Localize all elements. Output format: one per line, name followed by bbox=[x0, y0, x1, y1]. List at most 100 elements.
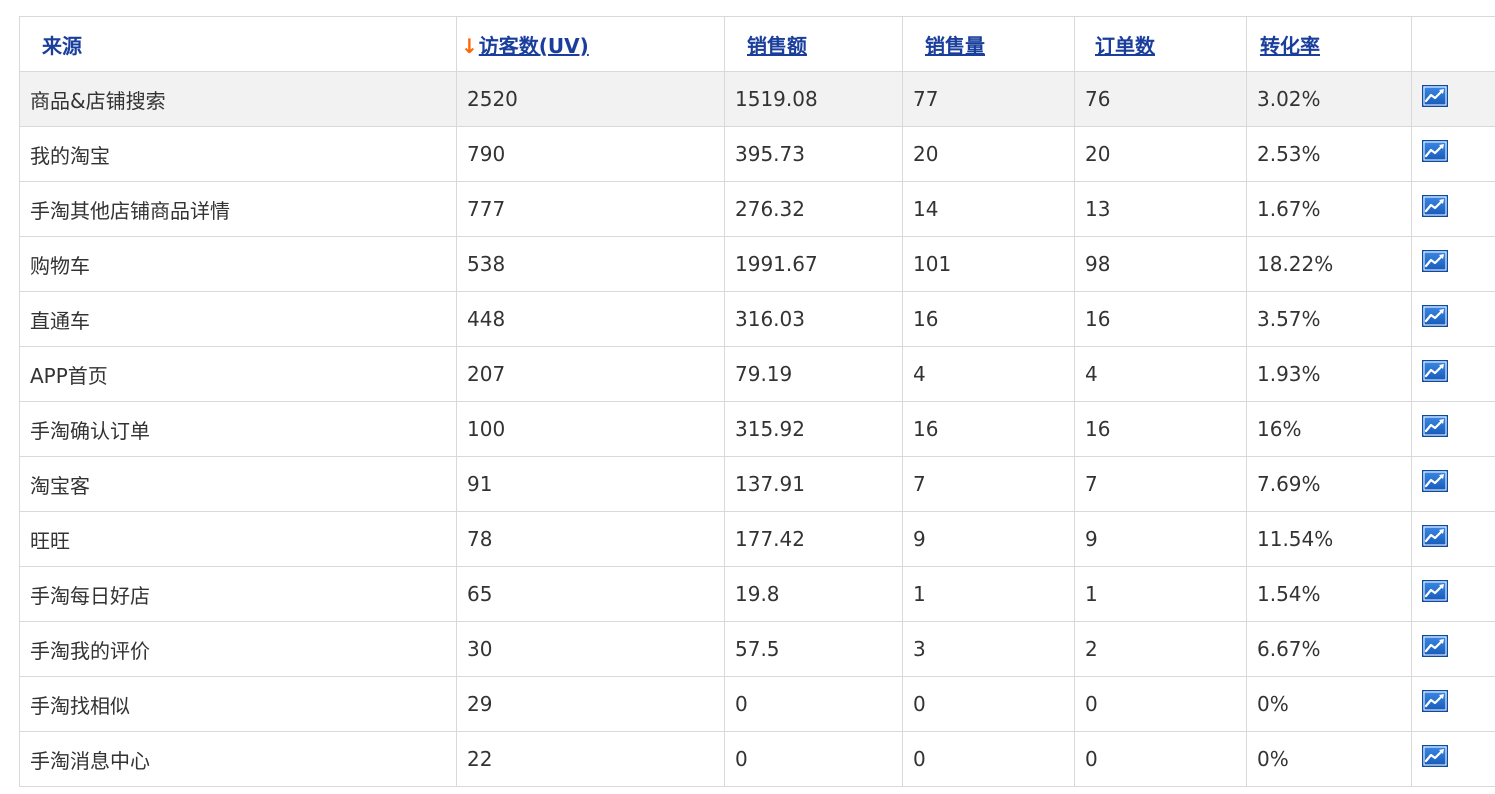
cell-trend bbox=[1411, 71, 1495, 127]
cell-sales-qty: 14 bbox=[902, 181, 1075, 237]
cell-orders: 0 bbox=[1074, 676, 1247, 732]
cell-trend bbox=[1411, 126, 1495, 182]
trend-chart-icon[interactable] bbox=[1422, 360, 1448, 382]
table-row: APP首页 207 79.19 4 4 1.93% bbox=[19, 346, 1495, 402]
cell-trend bbox=[1411, 181, 1495, 237]
trend-chart-icon[interactable] bbox=[1422, 470, 1448, 492]
table-row: 手淘消息中心 22 0 0 0 0% bbox=[19, 731, 1495, 787]
sort-orders-link[interactable]: 订单数 bbox=[1095, 34, 1155, 58]
cell-source: 手淘我的评价 bbox=[19, 621, 457, 677]
cell-sales-qty: 20 bbox=[902, 126, 1075, 182]
header-trend bbox=[1411, 16, 1495, 72]
trend-chart-icon[interactable] bbox=[1422, 85, 1448, 107]
cell-orders: 16 bbox=[1074, 291, 1247, 347]
cell-conversion: 0% bbox=[1246, 676, 1412, 732]
cell-sales-qty: 77 bbox=[902, 71, 1075, 127]
cell-orders: 0 bbox=[1074, 731, 1247, 787]
cell-sales-qty: 7 bbox=[902, 456, 1075, 512]
cell-uv: 29 bbox=[456, 676, 725, 732]
cell-source: 手淘找相似 bbox=[19, 676, 457, 732]
cell-sales-amount: 1991.67 bbox=[724, 236, 903, 292]
cell-source: 手淘确认订单 bbox=[19, 401, 457, 457]
cell-trend bbox=[1411, 566, 1495, 622]
cell-uv: 100 bbox=[456, 401, 725, 457]
header-source: 来源 bbox=[19, 16, 457, 72]
cell-uv: 777 bbox=[456, 181, 725, 237]
cell-orders: 1 bbox=[1074, 566, 1247, 622]
cell-source: 淘宝客 bbox=[19, 456, 457, 512]
cell-conversion: 3.57% bbox=[1246, 291, 1412, 347]
cell-orders: 16 bbox=[1074, 401, 1247, 457]
cell-trend bbox=[1411, 511, 1495, 567]
trend-chart-icon[interactable] bbox=[1422, 580, 1448, 602]
table-row: 手淘找相似 29 0 0 0 0% bbox=[19, 676, 1495, 732]
trend-chart-icon[interactable] bbox=[1422, 305, 1448, 327]
cell-orders: 98 bbox=[1074, 236, 1247, 292]
trend-chart-icon[interactable] bbox=[1422, 250, 1448, 272]
trend-chart-icon[interactable] bbox=[1422, 635, 1448, 657]
cell-orders: 13 bbox=[1074, 181, 1247, 237]
header-conversion[interactable]: 转化率 bbox=[1246, 16, 1412, 72]
cell-conversion: 2.53% bbox=[1246, 126, 1412, 182]
cell-trend bbox=[1411, 456, 1495, 512]
cell-source: 手淘其他店铺商品详情 bbox=[19, 181, 457, 237]
cell-sales-amount: 137.91 bbox=[724, 456, 903, 512]
cell-conversion: 3.02% bbox=[1246, 71, 1412, 127]
cell-sales-qty: 3 bbox=[902, 621, 1075, 677]
cell-sales-amount: 57.5 bbox=[724, 621, 903, 677]
cell-orders: 7 bbox=[1074, 456, 1247, 512]
cell-sales-amount: 19.8 bbox=[724, 566, 903, 622]
header-sales-amount[interactable]: 销售额 bbox=[724, 16, 903, 72]
sort-sales-amount-link[interactable]: 销售额 bbox=[747, 34, 807, 58]
table-body: 商品&店铺搜索 2520 1519.08 77 76 3.02% 我的淘宝 79… bbox=[19, 71, 1495, 787]
cell-conversion: 0% bbox=[1246, 731, 1412, 787]
sort-uv-link[interactable]: 访客数(UV) bbox=[479, 34, 589, 58]
cell-uv: 78 bbox=[456, 511, 725, 567]
trend-chart-icon[interactable] bbox=[1422, 195, 1448, 217]
cell-source: 我的淘宝 bbox=[19, 126, 457, 182]
table-row: 购物车 538 1991.67 101 98 18.22% bbox=[19, 236, 1495, 292]
cell-trend bbox=[1411, 731, 1495, 787]
table-row: 手淘每日好店 65 19.8 1 1 1.54% bbox=[19, 566, 1495, 622]
cell-uv: 538 bbox=[456, 236, 725, 292]
cell-sales-amount: 315.92 bbox=[724, 401, 903, 457]
cell-source: 手淘每日好店 bbox=[19, 566, 457, 622]
cell-trend bbox=[1411, 621, 1495, 677]
table-row: 直通车 448 316.03 16 16 3.57% bbox=[19, 291, 1495, 347]
cell-sales-qty: 16 bbox=[902, 401, 1075, 457]
trend-chart-icon[interactable] bbox=[1422, 140, 1448, 162]
cell-conversion: 1.54% bbox=[1246, 566, 1412, 622]
trend-chart-icon[interactable] bbox=[1422, 690, 1448, 712]
trend-chart-icon[interactable] bbox=[1422, 525, 1448, 547]
cell-source: 购物车 bbox=[19, 236, 457, 292]
header-sales-qty[interactable]: 销售量 bbox=[902, 16, 1075, 72]
trend-chart-icon[interactable] bbox=[1422, 415, 1448, 437]
cell-source: APP首页 bbox=[19, 346, 457, 402]
cell-source: 商品&店铺搜索 bbox=[19, 71, 457, 127]
cell-trend bbox=[1411, 236, 1495, 292]
cell-sales-amount: 316.03 bbox=[724, 291, 903, 347]
cell-orders: 9 bbox=[1074, 511, 1247, 567]
traffic-source-table-container: 来源 ↓访客数(UV) 销售额 销售量 订单数 转化率 商品&店铺搜索 2520… bbox=[19, 16, 1495, 787]
sort-sales-qty-link[interactable]: 销售量 bbox=[925, 34, 985, 58]
cell-uv: 2520 bbox=[456, 71, 725, 127]
cell-sales-qty: 0 bbox=[902, 676, 1075, 732]
traffic-source-table: 来源 ↓访客数(UV) 销售额 销售量 订单数 转化率 商品&店铺搜索 2520… bbox=[19, 16, 1495, 787]
cell-conversion: 6.67% bbox=[1246, 621, 1412, 677]
cell-sales-amount: 177.42 bbox=[724, 511, 903, 567]
table-row: 我的淘宝 790 395.73 20 20 2.53% bbox=[19, 126, 1495, 182]
cell-uv: 207 bbox=[456, 346, 725, 402]
cell-trend bbox=[1411, 676, 1495, 732]
cell-sales-amount: 276.32 bbox=[724, 181, 903, 237]
sort-conversion-link[interactable]: 转化率 bbox=[1260, 34, 1320, 58]
cell-sales-amount: 1519.08 bbox=[724, 71, 903, 127]
cell-trend bbox=[1411, 401, 1495, 457]
trend-chart-icon[interactable] bbox=[1422, 745, 1448, 767]
cell-uv: 91 bbox=[456, 456, 725, 512]
cell-conversion: 16% bbox=[1246, 401, 1412, 457]
header-orders[interactable]: 订单数 bbox=[1074, 16, 1247, 72]
cell-sales-amount: 395.73 bbox=[724, 126, 903, 182]
header-uv[interactable]: ↓访客数(UV) bbox=[456, 16, 725, 72]
cell-source: 直通车 bbox=[19, 291, 457, 347]
cell-sales-qty: 101 bbox=[902, 236, 1075, 292]
